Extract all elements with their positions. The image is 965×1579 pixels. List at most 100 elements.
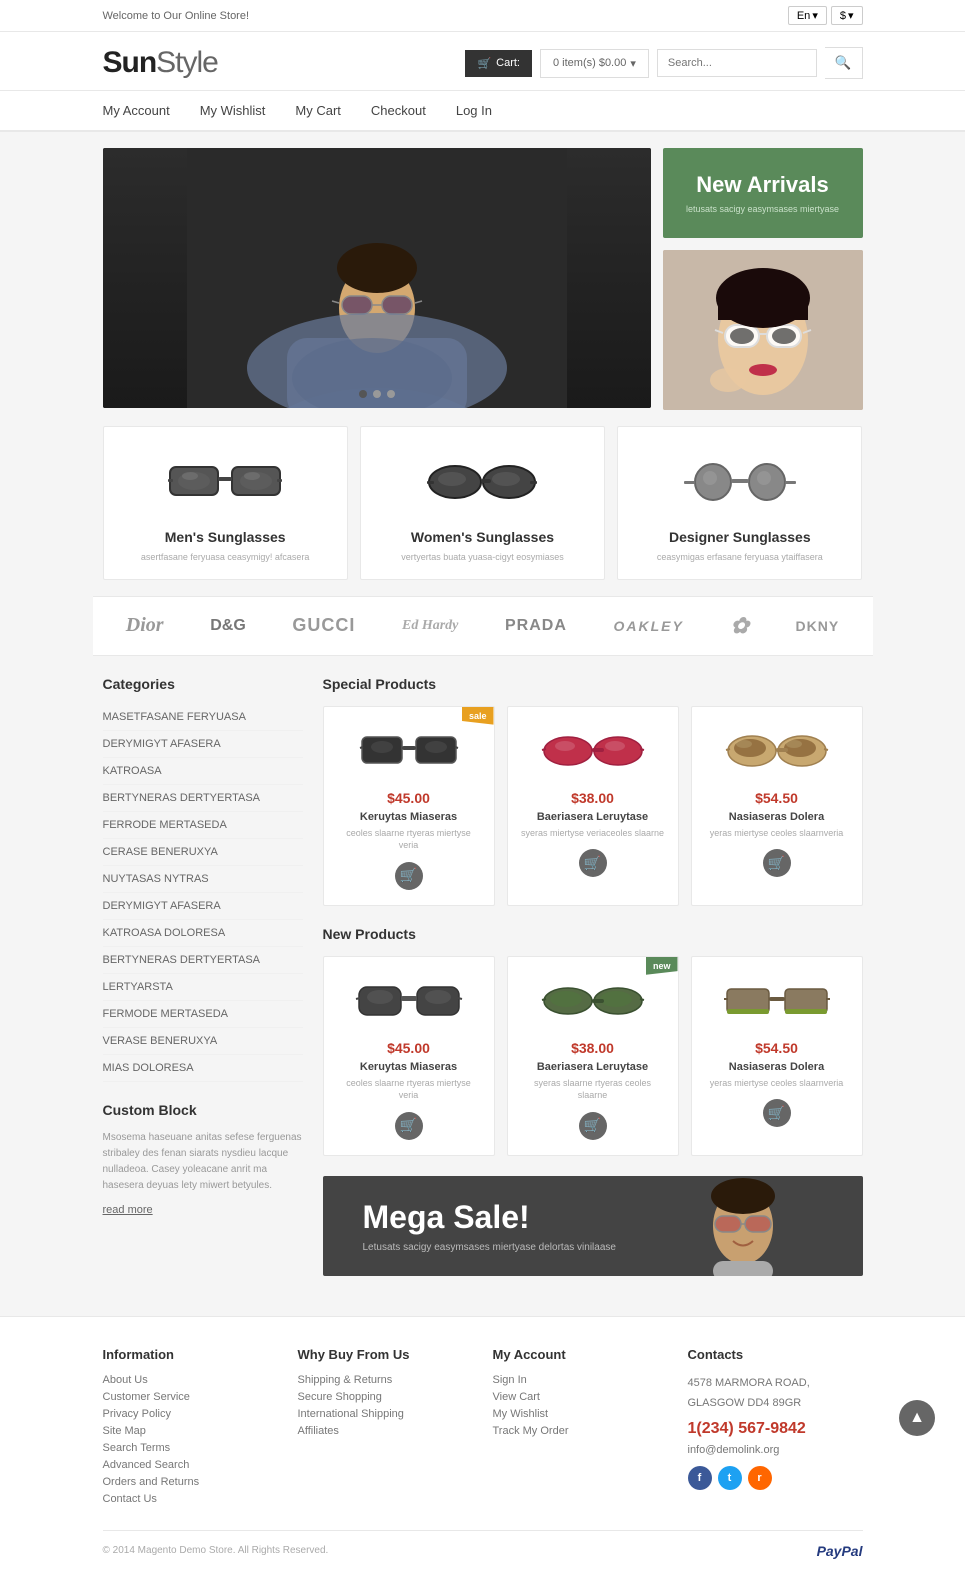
- footer-link-trackorder[interactable]: Track My Order: [493, 1425, 668, 1437]
- footer-link-viewcart[interactable]: View Cart: [493, 1391, 668, 1403]
- add-to-cart-button[interactable]: 🛒: [395, 862, 423, 890]
- footer-link-international[interactable]: International Shipping: [298, 1408, 473, 1420]
- footer-link-search[interactable]: Search Terms: [103, 1442, 278, 1454]
- footer-link-secure[interactable]: Secure Shopping: [298, 1391, 473, 1403]
- currency-selector[interactable]: $ ▾: [831, 6, 863, 25]
- mega-sale-title: Mega Sale!: [363, 1199, 616, 1236]
- footer-link-contact[interactable]: Contact Us: [103, 1493, 278, 1505]
- product-price: $45.00: [336, 790, 482, 806]
- brand-gucci: GUCCI: [292, 615, 355, 636]
- custom-block-text: Msosema haseuane anitas sefese ferguenas…: [103, 1130, 303, 1194]
- category-designer[interactable]: Designer Sunglasses ceasymigas erfasane …: [617, 426, 862, 580]
- special-products-grid: sale $45.00 Keruytas Miaseras ceoles sla…: [323, 706, 863, 906]
- product-price: $54.50: [704, 790, 850, 806]
- nav-checkout[interactable]: Checkout: [371, 103, 426, 118]
- sidebar-item[interactable]: MASETFASANE FERYUASA: [103, 704, 303, 731]
- product-glasses-svg: [538, 979, 648, 1024]
- brands-section: Dior D&G GUCCI Ed Hardy PRADA OAKLEY ✿ D…: [93, 596, 873, 656]
- sidebar-item[interactable]: KATROASA: [103, 758, 303, 785]
- mega-sale-banner[interactable]: Mega Sale! Letusats sacigy easymsases mi…: [323, 1176, 863, 1276]
- add-to-cart-button[interactable]: 🛒: [579, 1112, 607, 1140]
- add-to-cart-button[interactable]: 🛒: [395, 1112, 423, 1140]
- sidebar-item[interactable]: KATROASA DOLORESA: [103, 920, 303, 947]
- new-arrivals-banner[interactable]: New Arrivals letusats sacigy easymsases …: [663, 148, 863, 238]
- category-mens[interactable]: Men's Sunglasses asertfasane feryuasa ce…: [103, 426, 348, 580]
- nav-my-account[interactable]: My Account: [103, 103, 170, 118]
- logo[interactable]: SunStyle: [103, 46, 218, 80]
- designer-glasses-svg: [680, 457, 800, 507]
- sidebar-item[interactable]: NUYTASAS NYTRAS: [103, 866, 303, 893]
- sidebar-item[interactable]: FERRODE MERTASEDA: [103, 812, 303, 839]
- footer-link-customer[interactable]: Customer Service: [103, 1391, 278, 1403]
- paypal-logo: PayPal: [817, 1543, 863, 1559]
- hero-section: New Arrivals letusats sacigy easymsases …: [93, 148, 873, 410]
- hero-main-banner[interactable]: [103, 148, 651, 408]
- cart-button[interactable]: 🛒 Cart:: [465, 50, 532, 77]
- footer-link-privacy[interactable]: Privacy Policy: [103, 1408, 278, 1420]
- add-to-cart-button[interactable]: 🛒: [579, 849, 607, 877]
- product-glasses-svg: [354, 977, 464, 1027]
- category-section: Men's Sunglasses asertfasane feryuasa ce…: [93, 426, 873, 580]
- sidebar-item[interactable]: DERYMIGYT AFASERA: [103, 731, 303, 758]
- mega-sale-person-svg: [623, 1176, 823, 1276]
- rss-icon[interactable]: r: [748, 1466, 772, 1490]
- footer-link-sitemap[interactable]: Site Map: [103, 1425, 278, 1437]
- product-desc: yeras miertyse ceoles slaarnveria: [704, 827, 850, 840]
- sidebar-item[interactable]: LERTYARSTA: [103, 974, 303, 1001]
- search-input[interactable]: [657, 49, 817, 77]
- scroll-to-top-button[interactable]: ▲: [899, 1400, 935, 1436]
- footer-link-affiliates[interactable]: Affiliates: [298, 1425, 473, 1437]
- brand-dg: D&G: [210, 617, 246, 635]
- footer-link-wishlist[interactable]: My Wishlist: [493, 1408, 668, 1420]
- sidebar-item[interactable]: BERTYNERAS DERTYERTASA: [103, 947, 303, 974]
- dot-3[interactable]: [387, 390, 395, 398]
- sidebar-item[interactable]: CERASE BENERUXYA: [103, 839, 303, 866]
- footer-information-col: Information About Us Customer Service Pr…: [103, 1347, 278, 1510]
- add-to-cart-button[interactable]: 🛒: [763, 849, 791, 877]
- footer-my-account-col: My Account Sign In View Cart My Wishlist…: [493, 1347, 668, 1510]
- header-right: 🛒 Cart: 0 item(s) $0.00 ▾ 🔍: [465, 47, 862, 79]
- facebook-icon[interactable]: f: [688, 1466, 712, 1490]
- cart-info: 0 item(s) $0.00 ▾: [540, 49, 649, 78]
- footer-link-about[interactable]: About Us: [103, 1374, 278, 1386]
- product-desc: syeras slaarne rtyeras ceoles slaarne: [520, 1077, 666, 1102]
- footer-link-orders[interactable]: Orders and Returns: [103, 1476, 278, 1488]
- footer-link-advanced[interactable]: Advanced Search: [103, 1459, 278, 1471]
- product-name: Baeriasera Leruytase: [520, 811, 666, 823]
- add-to-cart-button[interactable]: 🛒: [763, 1099, 791, 1127]
- new-badge: new: [646, 957, 678, 975]
- twitter-icon[interactable]: t: [718, 1466, 742, 1490]
- dot-1[interactable]: [359, 390, 367, 398]
- brand-edhardy: Ed Hardy: [402, 618, 458, 634]
- new-products-title: New Products: [323, 926, 863, 942]
- product-card: $54.50 Nasiaseras Dolera yeras miertyse …: [691, 706, 863, 906]
- dot-2[interactable]: [373, 390, 381, 398]
- nav-my-cart[interactable]: My Cart: [295, 103, 341, 118]
- nav-my-wishlist[interactable]: My Wishlist: [200, 103, 266, 118]
- footer-link-shipping[interactable]: Shipping & Returns: [298, 1374, 473, 1386]
- category-womens[interactable]: Women's Sunglasses vertyertas buata yuas…: [360, 426, 605, 580]
- product-desc: ceoles slaarne rtyeras miertyse veria: [336, 1077, 482, 1102]
- hero-person-image: [103, 148, 651, 408]
- product-price: $38.00: [520, 790, 666, 806]
- footer-contacts-title: Contacts: [688, 1347, 863, 1362]
- cart-label: Cart:: [496, 57, 520, 69]
- sidebar-item[interactable]: FERMODE MERTASEDA: [103, 1001, 303, 1028]
- sidebar-item[interactable]: MIAS DOLORESA: [103, 1055, 303, 1082]
- product-card: $38.00 Baeriasera Leruytase syeras miert…: [507, 706, 679, 906]
- header: SunStyle 🛒 Cart: 0 item(s) $0.00 ▾ 🔍: [0, 32, 965, 91]
- sidebar-item[interactable]: DERYMIGYT AFASERA: [103, 893, 303, 920]
- hero-woman-image[interactable]: [663, 250, 863, 410]
- product-glasses-svg: [722, 979, 832, 1024]
- footer-why-buy-col: Why Buy From Us Shipping & Returns Secur…: [298, 1347, 473, 1510]
- mega-sale-subtitle: Letusats sacigy easymsases miertyase del…: [363, 1242, 616, 1253]
- logo-style: Style: [156, 46, 218, 79]
- search-button[interactable]: 🔍: [825, 47, 863, 79]
- sidebar-item[interactable]: VERASE BENERUXYA: [103, 1028, 303, 1055]
- footer-link-signin[interactable]: Sign In: [493, 1374, 668, 1386]
- nav-log-in[interactable]: Log In: [456, 103, 492, 118]
- sidebar-item[interactable]: BERTYNERAS DERTYERTASA: [103, 785, 303, 812]
- read-more-link[interactable]: read more: [103, 1204, 153, 1216]
- language-selector[interactable]: En ▾: [788, 6, 827, 25]
- brand-dior: Dior: [126, 614, 164, 637]
